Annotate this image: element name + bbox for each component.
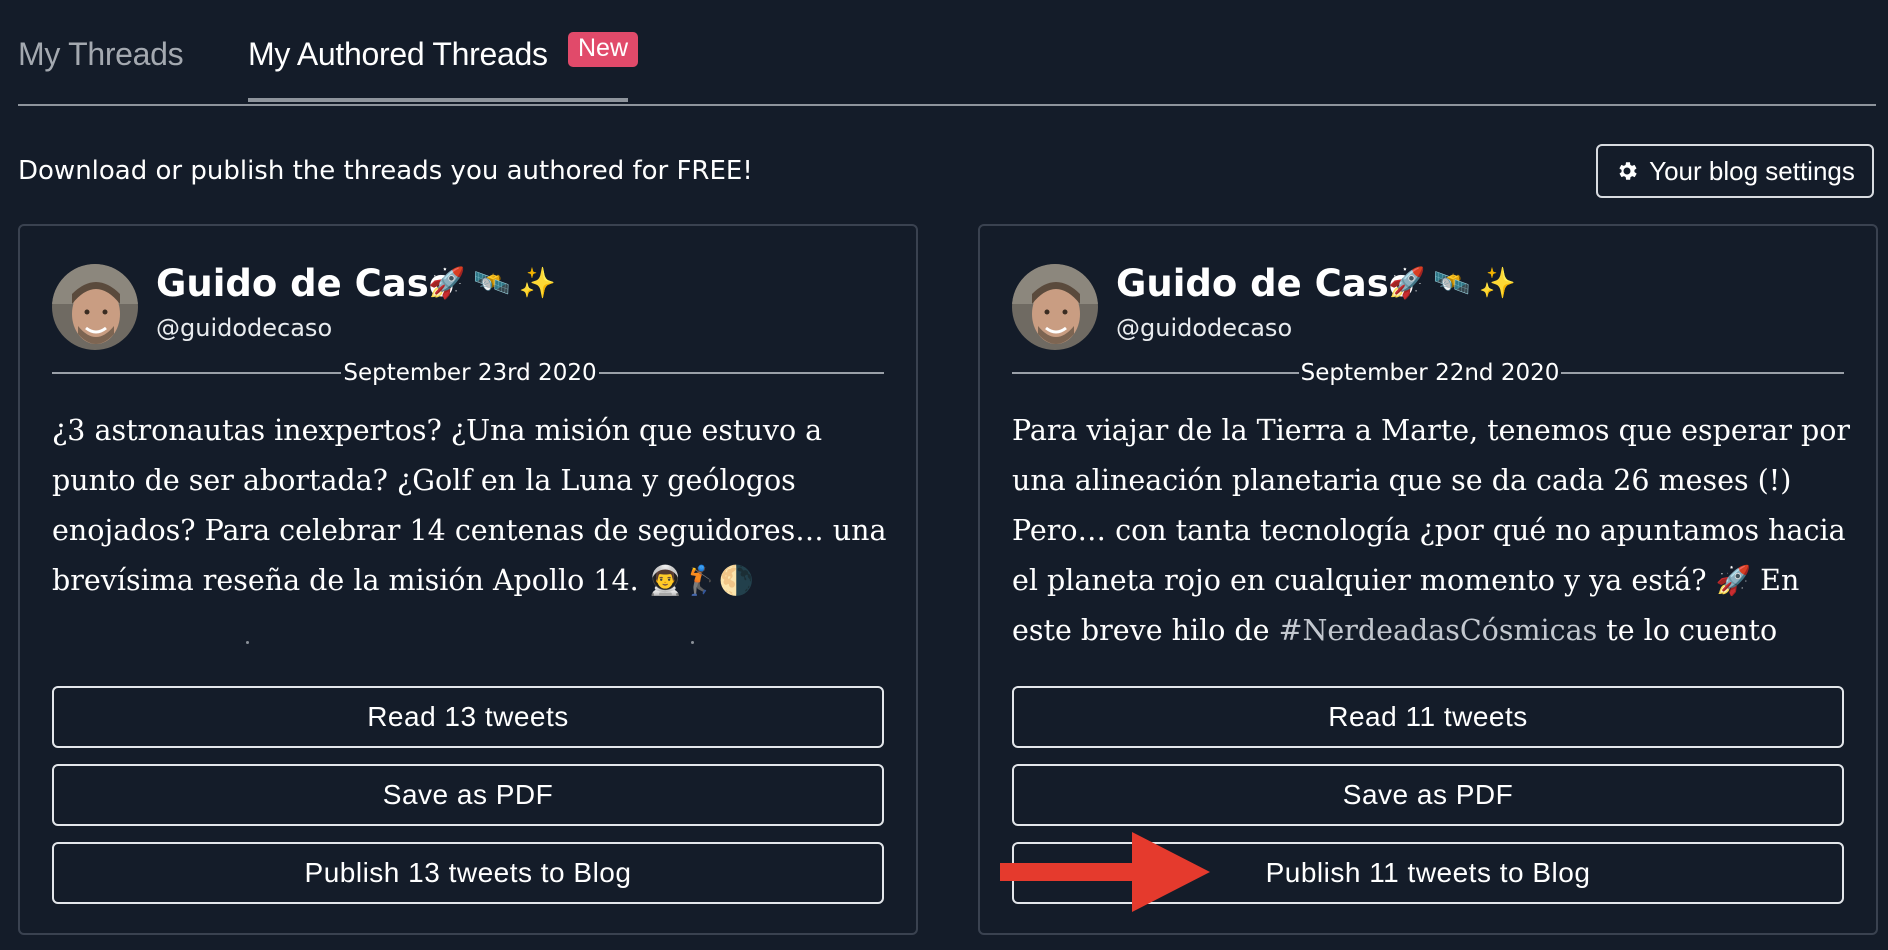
- thread-card: Guido de Caso 🚀 🛰️ ✨ @guidodecaso Septem…: [978, 224, 1878, 935]
- satellite-emoji: 🛰️: [1433, 266, 1471, 301]
- blog-settings-label: Your blog settings: [1649, 155, 1855, 186]
- save-pdf-button[interactable]: Save as PDF: [1012, 764, 1844, 826]
- author-emojis: 🚀 🛰️ ✨: [428, 266, 556, 301]
- publish-to-blog-button[interactable]: Publish 13 tweets to Blog: [52, 842, 884, 904]
- save-pdf-button[interactable]: Save as PDF: [52, 764, 884, 826]
- red-arrow-icon: [1000, 832, 1210, 912]
- decorative-dot: [246, 641, 249, 644]
- gear-icon: [1619, 162, 1637, 180]
- thread-date: September 23rd 2020: [341, 360, 599, 386]
- sparkles-emoji: ✨: [1478, 266, 1517, 301]
- decorative-dot: [691, 641, 694, 644]
- author-name: Guido de Caso: [1116, 262, 1415, 305]
- thread-card: Guido de Caso 🚀 🛰️ ✨ @guidodecaso Septem…: [18, 224, 918, 935]
- rocket-emoji: 🚀: [428, 266, 466, 301]
- author-emojis: 🚀 🛰️ ✨: [1388, 266, 1516, 301]
- author-handle: @guidodecaso: [1116, 314, 1293, 342]
- rocket-emoji: 🚀: [1388, 266, 1426, 301]
- satellite-emoji: 🛰️: [473, 266, 511, 301]
- page-subtitle: Download or publish the threads you auth…: [18, 156, 753, 186]
- thread-preview-text: Para viajar de la Tierra a Marte, tenemo…: [1012, 414, 1851, 647]
- author-handle: @guidodecaso: [156, 314, 333, 342]
- new-badge: New: [568, 32, 639, 67]
- tab-my-threads[interactable]: My Threads: [18, 36, 184, 73]
- hashtag-link[interactable]: #NerdeadasCósmicas: [1279, 614, 1598, 647]
- blog-settings-button[interactable]: Your blog settings: [1596, 144, 1874, 198]
- author-name: Guido de Caso: [156, 262, 455, 305]
- tab-bar: My Threads My Authored Threads New: [18, 0, 1876, 106]
- avatar: [52, 264, 138, 350]
- sparkles-emoji: ✨: [518, 266, 557, 301]
- thread-preview-text: ¿3 astronautas inexpertos? ¿Una misión q…: [52, 414, 887, 597]
- avatar: [1012, 264, 1098, 350]
- active-tab-indicator: [248, 98, 628, 102]
- tab-my-authored-threads[interactable]: My Authored Threads: [248, 36, 548, 73]
- read-tweets-button[interactable]: Read 13 tweets: [52, 686, 884, 748]
- thread-date: September 22nd 2020: [1298, 360, 1562, 386]
- read-tweets-button[interactable]: Read 11 tweets: [1012, 686, 1844, 748]
